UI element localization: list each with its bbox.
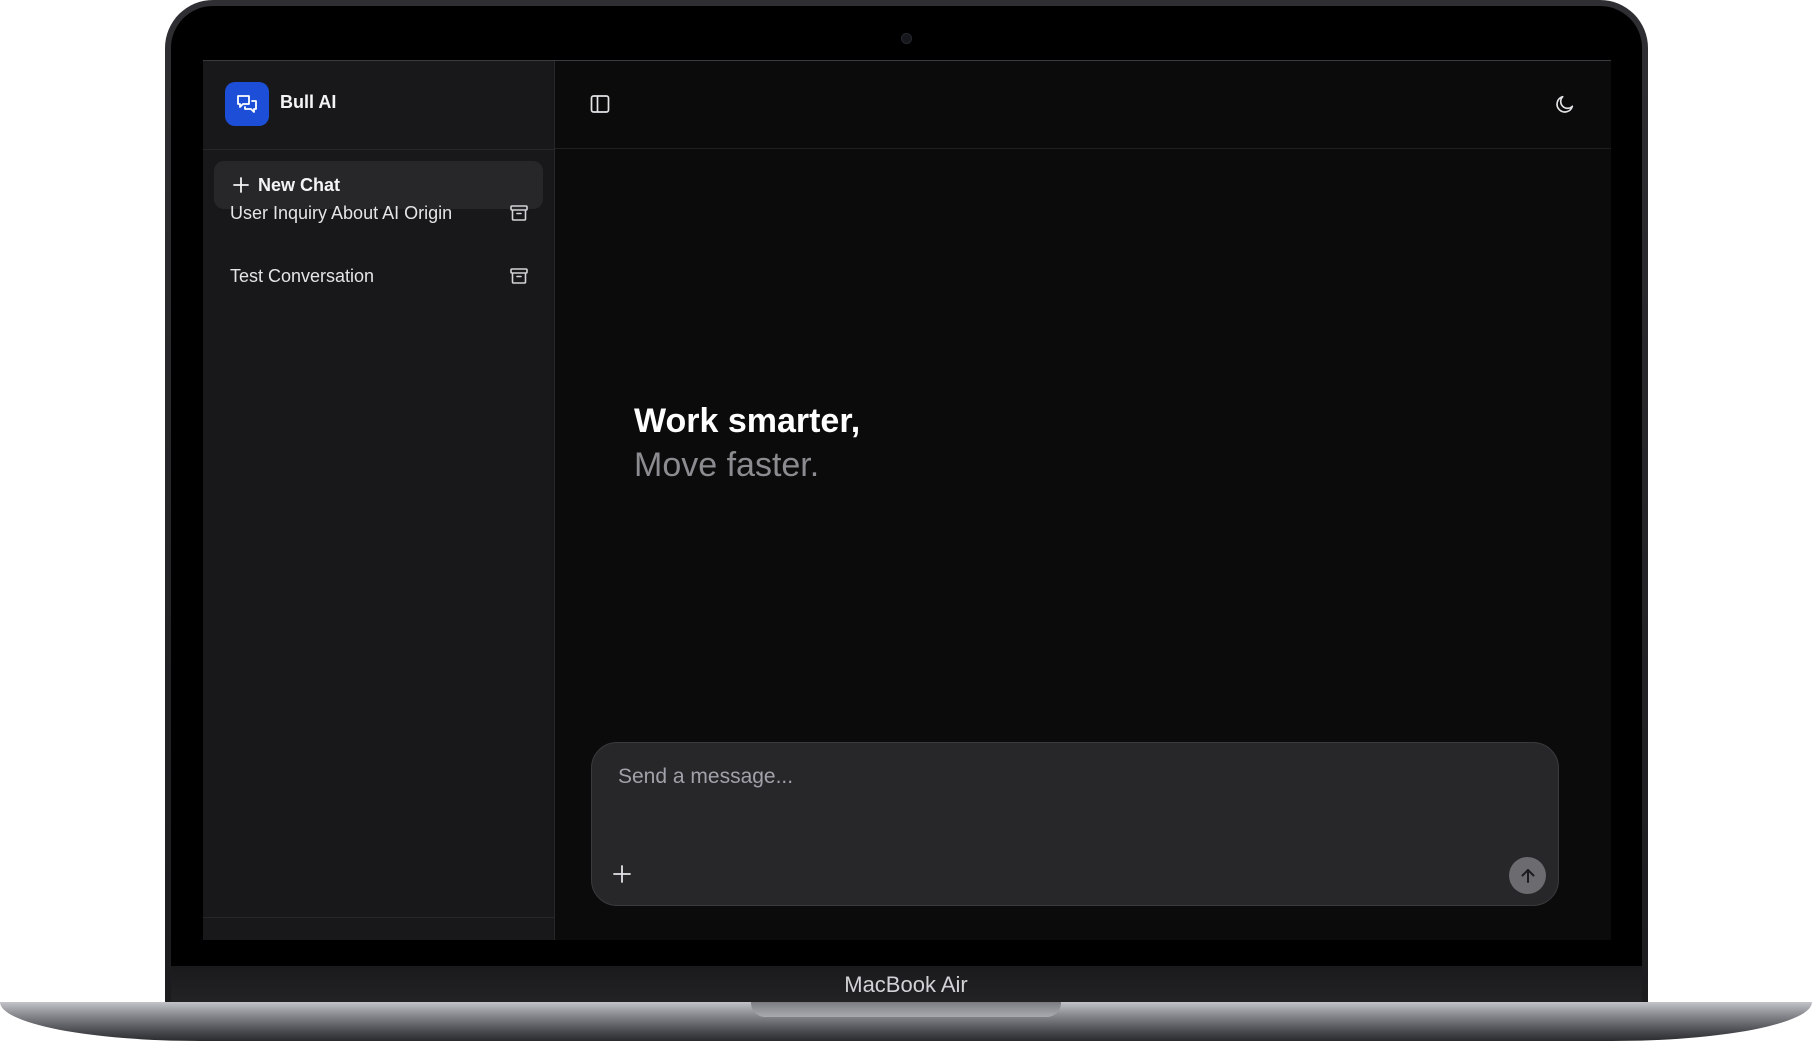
main-panel: Work smarter, Move faster. (555, 61, 1611, 940)
message-input[interactable] (616, 763, 1520, 827)
app-name: Bull AI (280, 92, 337, 112)
camera (901, 33, 912, 44)
sidebar-toggle-icon[interactable] (582, 86, 618, 122)
plus-icon[interactable] (606, 858, 638, 890)
hero-headline: Work smarter, (634, 402, 861, 440)
sidebar-footer-divider (203, 917, 554, 918)
arrow-up-icon (1521, 868, 1534, 883)
send-button[interactable] (1509, 857, 1546, 894)
chat-bubbles-icon (225, 82, 269, 126)
chat-title: User Inquiry About AI Origin (230, 202, 453, 223)
hero: Work smarter, Move faster. (634, 399, 860, 487)
moon-icon[interactable] (1547, 86, 1583, 122)
chat-list-item[interactable]: Test Conversation (214, 251, 543, 301)
sidebar: Bull AI New Chat User Inquiry About AI O… (203, 61, 555, 940)
app-screen: Bull AI New Chat User Inquiry About AI O… (203, 60, 1611, 940)
chat-list-item[interactable]: User Inquiry About AI Origin (214, 188, 543, 238)
message-composer (591, 742, 1559, 906)
main-header (555, 61, 1611, 149)
chat-title: Test Conversation (230, 265, 375, 286)
device-label: MacBook Air (844, 972, 968, 997)
archive-icon[interactable] (509, 203, 529, 223)
laptop-hinge-notch (751, 1002, 1061, 1017)
archive-icon[interactable] (509, 266, 529, 286)
sidebar-header: Bull AI (203, 61, 554, 150)
hero-subheadline: Move faster. (634, 446, 820, 484)
